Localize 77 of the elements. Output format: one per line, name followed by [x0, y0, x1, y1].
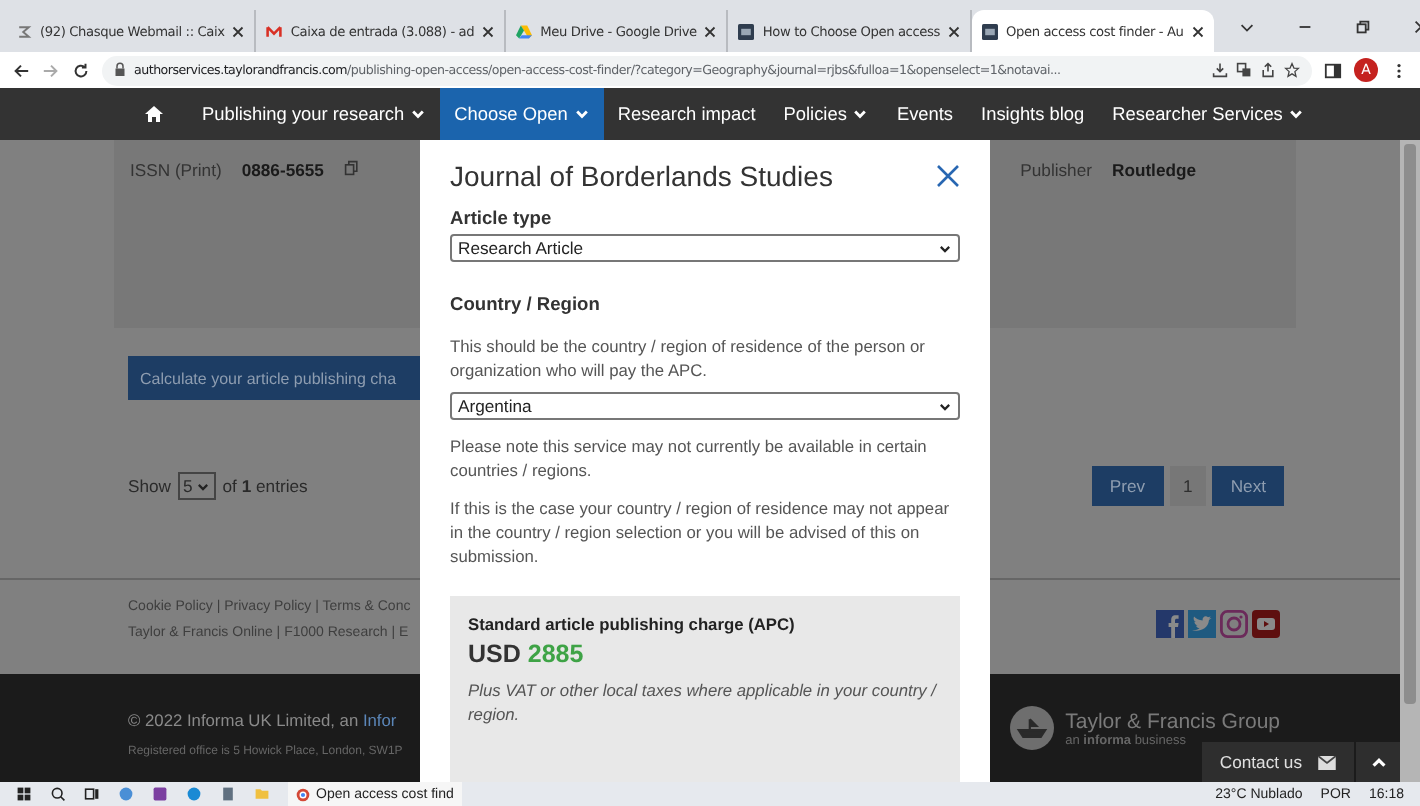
dialog-title: Journal of Borderlands Studies — [450, 160, 833, 192]
download-icon[interactable] — [1212, 62, 1228, 78]
facebook-icon[interactable] — [1156, 610, 1184, 638]
search-icon[interactable] — [50, 786, 66, 802]
country-help-text: This should be the country / region of residence of the person or organization who will pay the APC. — [450, 334, 927, 382]
prev-button[interactable]: Prev — [1091, 466, 1164, 506]
caret-icon — [196, 479, 211, 493]
mail-icon — [266, 23, 283, 39]
caret-icon — [938, 241, 952, 255]
site-icon — [981, 23, 998, 39]
site-icon — [738, 23, 755, 39]
nav-item[interactable]: Publishing your research — [188, 88, 441, 140]
nav-item[interactable]: Researcher Services — [1098, 88, 1319, 140]
caret-icon — [410, 106, 427, 122]
home-icon[interactable] — [144, 104, 164, 124]
restore-icon[interactable] — [1353, 17, 1372, 35]
back-icon[interactable] — [12, 61, 30, 79]
caret-icon — [1288, 106, 1305, 122]
note-text: Please note this service may not currently be available in certain countries / regions. — [450, 434, 929, 482]
apc-note: Plus VAT or other local taxes where applicable in your country / region. — [468, 678, 939, 726]
calculate-button[interactable]: Calculate your article publishing cha — [128, 356, 420, 400]
close-icon[interactable] — [936, 164, 960, 188]
scroll-top-button[interactable] — [1356, 742, 1400, 782]
informa-link[interactable]: Infor — [362, 710, 397, 730]
publisher-label: Publisher — [1020, 160, 1092, 180]
sigma-icon — [16, 23, 32, 39]
app-icon[interactable] — [186, 786, 202, 802]
article-type-select[interactable]: Research Article — [450, 234, 960, 262]
triangle-icon — [516, 23, 533, 39]
youtube-icon[interactable] — [1252, 610, 1280, 638]
app-icon[interactable] — [220, 786, 236, 802]
sidebar-icon[interactable] — [1324, 61, 1342, 79]
nav-item[interactable]: Events — [882, 88, 968, 140]
star-icon[interactable] — [1284, 62, 1300, 78]
mail-icon — [1318, 755, 1336, 769]
app-icon[interactable] — [152, 786, 168, 802]
scrollbar[interactable] — [1400, 140, 1420, 782]
next-button[interactable]: Next — [1212, 466, 1284, 506]
issn-label: ISSN (Print) — [130, 160, 222, 180]
note-text: If this is the case your country / region of residence may not appear in the country / region selection or you will be advised of this on submission. — [450, 496, 952, 568]
contact-button[interactable]: Contact us — [1201, 742, 1354, 782]
brand-name: Taylor & Francis Group — [1065, 709, 1280, 733]
entries-count-text: of 1 entries — [222, 476, 308, 496]
nav-item[interactable]: Choose Open — [440, 88, 604, 140]
instagram-icon[interactable] — [1220, 610, 1248, 638]
app-icon[interactable] — [118, 786, 134, 802]
caret-icon — [852, 106, 869, 122]
publisher-value: Routledge — [1111, 160, 1196, 180]
copyright-text: © 2022 Informa UK Limited, an Infor — [128, 710, 399, 730]
lock-icon — [114, 62, 126, 78]
reload-icon[interactable] — [72, 61, 90, 79]
country-label: Country / Region — [450, 294, 602, 314]
ship-logo-icon — [1009, 706, 1054, 750]
close-icon[interactable] — [232, 25, 245, 37]
windows-start-icon[interactable] — [16, 786, 32, 802]
share-icon[interactable] — [1260, 62, 1276, 78]
task-view-icon[interactable] — [84, 786, 100, 802]
copy-icon[interactable] — [343, 160, 360, 176]
apc-label: Standard article publishing charge (APC) — [468, 614, 797, 634]
nav-item[interactable]: Insights blog — [967, 88, 1099, 140]
apc-price: USD 2885 — [468, 640, 586, 668]
entries-select[interactable]: 5 — [177, 472, 217, 500]
close-icon[interactable] — [704, 25, 717, 37]
country-select[interactable]: Argentina — [450, 392, 960, 420]
issn-value: 0886-5655 — [241, 160, 324, 180]
caret-icon — [938, 399, 952, 413]
caret-icon — [573, 106, 590, 122]
show-label: Show — [128, 476, 171, 496]
nav-item[interactable]: Policies — [769, 88, 883, 140]
close-icon[interactable] — [1191, 25, 1204, 37]
nav-item[interactable]: Research impact — [603, 88, 770, 140]
close-icon[interactable] — [947, 25, 960, 37]
translate-icon[interactable] — [1236, 62, 1252, 78]
browser-icon — [296, 787, 310, 801]
chevron-up-icon — [1369, 753, 1387, 771]
close-icon[interactable] — [482, 25, 495, 37]
article-type-label: Article type — [450, 208, 554, 228]
